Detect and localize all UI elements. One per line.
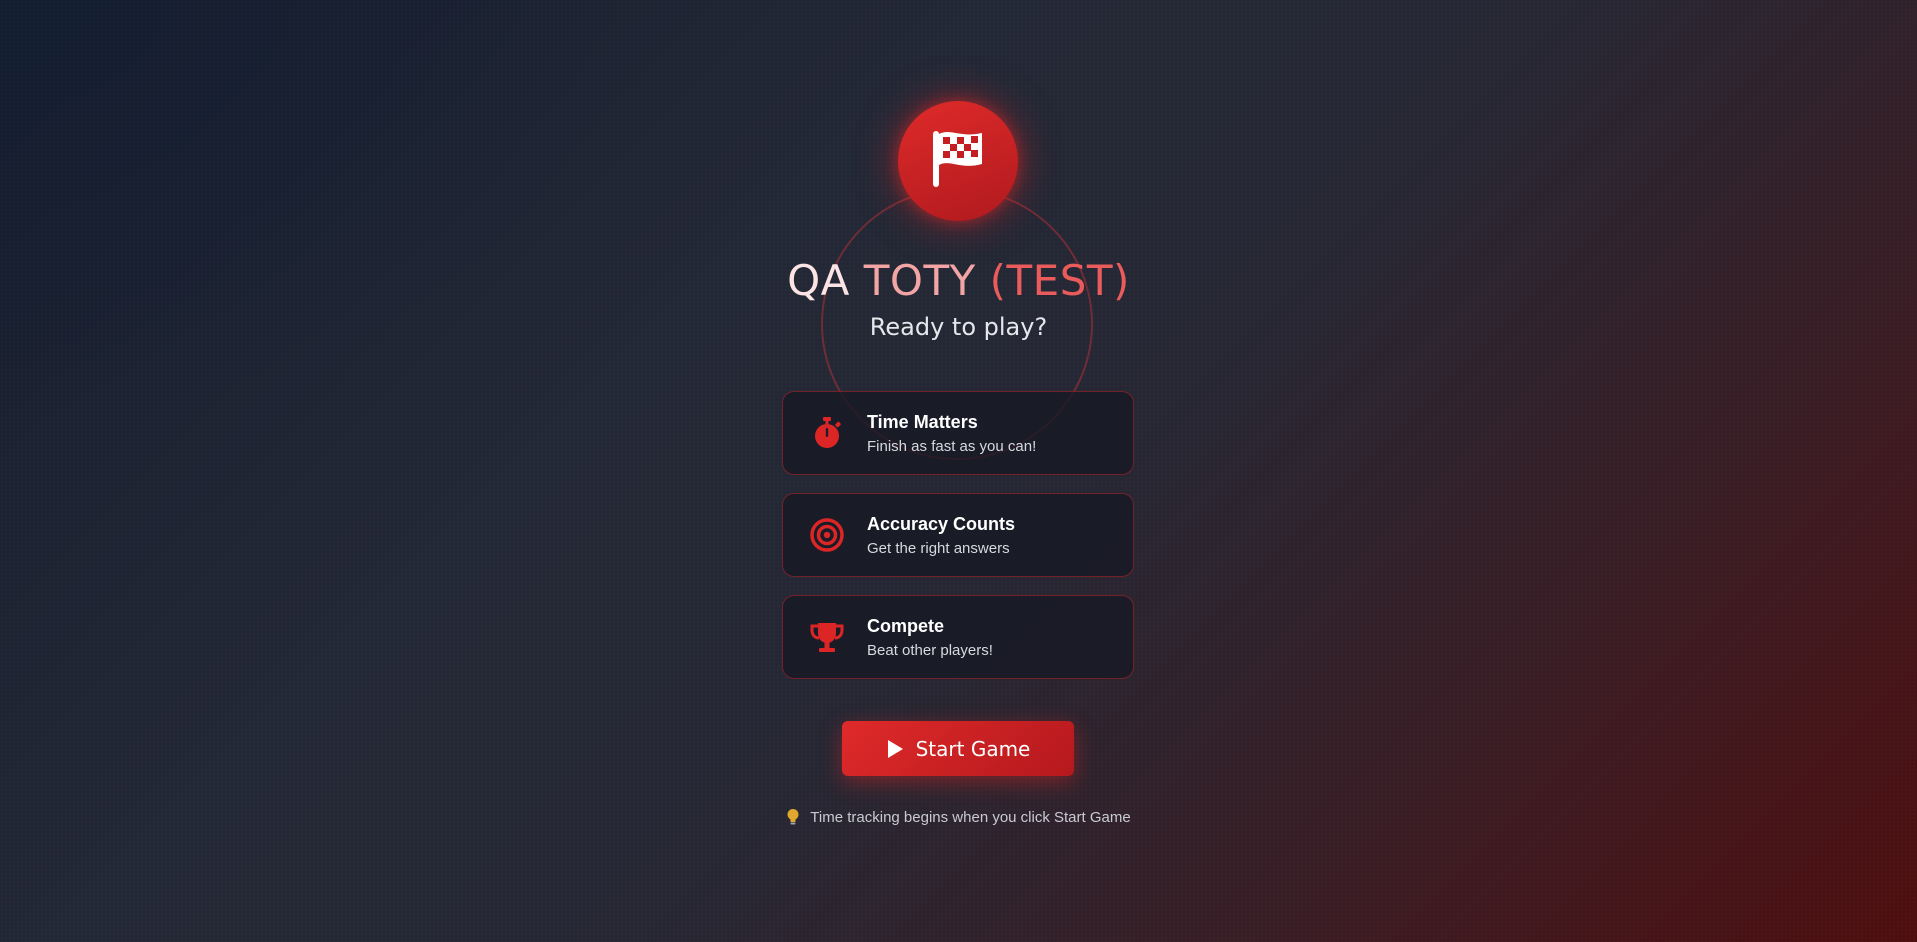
start-game-label: Start Game [915, 736, 1031, 761]
play-icon [886, 739, 904, 759]
feature-title: Time Matters [867, 411, 978, 432]
feature-description: Finish as fast as you can! [867, 437, 1037, 455]
target-icon [809, 517, 845, 553]
page-subtitle: Ready to play? [869, 313, 1048, 341]
hint-text-row: Time tracking begins when you click Star… [0, 808, 1917, 826]
feature-description: Beat other players! [867, 641, 993, 659]
lightbulb-icon [786, 808, 800, 826]
feature-title: Compete [867, 615, 945, 636]
title-part-test: (TEST) [989, 256, 1130, 305]
stopwatch-icon [809, 415, 845, 451]
title-part-qa: QA [787, 256, 864, 305]
feature-card-time: Time Matters Finish as fast as you can! [782, 391, 1134, 475]
logo-badge [898, 101, 1018, 221]
checkered-flag-icon [930, 128, 986, 195]
start-game-button[interactable]: Start Game [842, 721, 1074, 776]
trophy-icon [809, 619, 845, 655]
feature-description: Get the right answers [867, 539, 1010, 557]
page-title: QA TOTY (TEST) [0, 256, 1917, 305]
hint-text: Time tracking begins when you click Star… [810, 808, 1131, 826]
feature-title: Accuracy Counts [867, 513, 1016, 534]
feature-card-accuracy: Accuracy Counts Get the right answers [782, 493, 1134, 577]
feature-card-compete: Compete Beat other players! [782, 595, 1134, 679]
feature-list: Time Matters Finish as fast as you can! … [782, 391, 1134, 697]
title-part-toty: TOTY [863, 256, 990, 305]
